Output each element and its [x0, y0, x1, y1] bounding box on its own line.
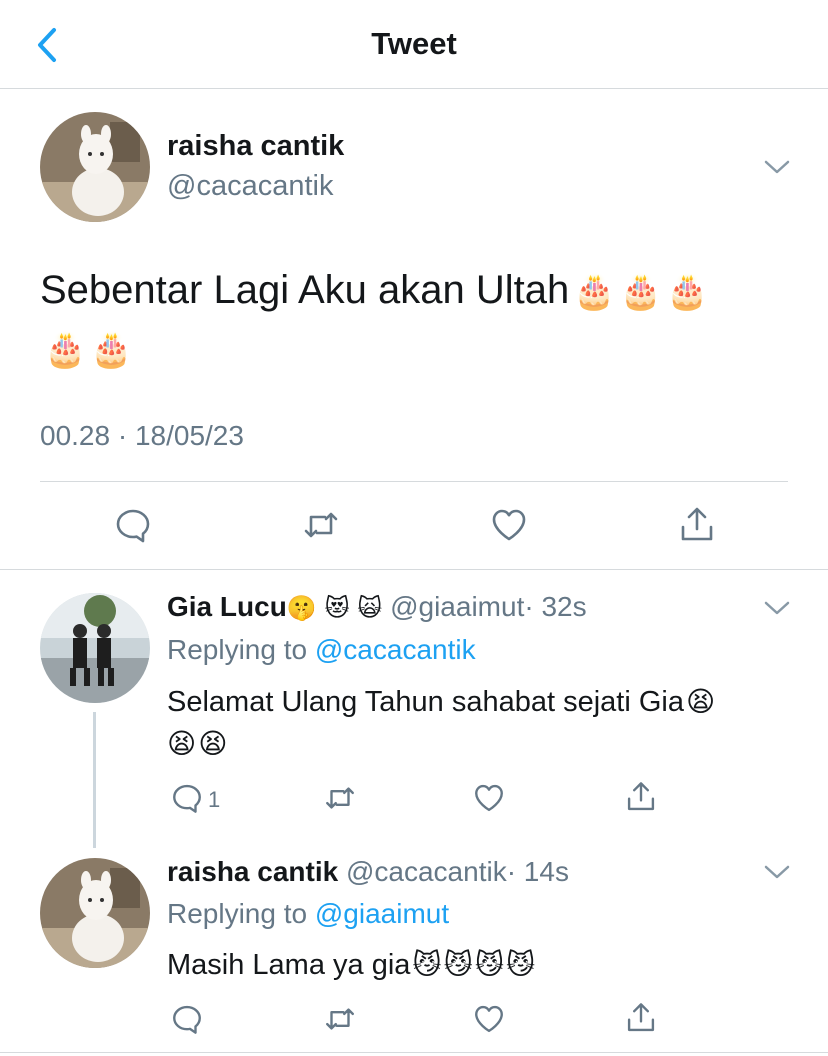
chevron-down-icon	[764, 865, 790, 879]
avatar[interactable]	[40, 858, 150, 968]
replying-to-line: Replying to @cacacantik	[167, 634, 476, 666]
tired-face-emoji: 😫	[685, 685, 716, 718]
retweet-button[interactable]	[323, 1002, 357, 1036]
shushing-emoji: 🤫	[286, 594, 317, 622]
reply-count: 1	[208, 787, 221, 812]
chevron-down-icon	[764, 601, 790, 615]
cake-emoji: 🎂	[90, 330, 133, 370]
tweet-text-body: Sebentar Lagi Aku akan Ultah	[40, 268, 570, 312]
divider	[0, 1052, 828, 1053]
share-button[interactable]	[677, 505, 717, 545]
thread-connector	[93, 712, 96, 848]
navigation-header: Tweet	[0, 0, 828, 89]
retweet-icon	[304, 512, 338, 538]
reply-button[interactable]	[113, 505, 153, 545]
like-button[interactable]	[489, 505, 529, 545]
tired-face-emoji: 😫	[167, 727, 197, 760]
replying-to-link[interactable]: @cacacantik	[315, 634, 476, 665]
chevron-down-icon	[764, 160, 790, 174]
retweet-icon	[326, 1008, 354, 1030]
reply-author-handle[interactable]: @giaaimut	[390, 591, 524, 622]
author-handle[interactable]: @cacacantik	[167, 170, 333, 203]
reply-header: Gia Lucu🤫 😻 🙀 @giaaimut· 32s	[167, 591, 587, 623]
avatar[interactable]	[40, 112, 150, 222]
like-icon	[475, 1005, 503, 1033]
cake-emoji: 🎂	[44, 330, 87, 370]
page-title: Tweet	[371, 26, 457, 61]
cake-emoji: 🎂	[665, 272, 709, 312]
share-icon	[627, 782, 655, 811]
replying-to-label: Replying to	[167, 634, 308, 665]
retweet-icon	[326, 787, 354, 809]
share-icon	[627, 1003, 655, 1032]
share-button[interactable]	[624, 1001, 658, 1035]
reply-button[interactable]	[170, 1002, 204, 1036]
tweet-timestamp: 00.28 · 18/05/23	[40, 420, 244, 451]
smirk-cat-emoji: 😼	[506, 948, 536, 981]
tweet-options-button[interactable]	[762, 598, 792, 618]
reply-text: Masih Lama ya gia😼😼😼😼	[167, 944, 797, 986]
replying-to-line: Replying to @giaaimut	[167, 898, 449, 930]
retweet-button[interactable]	[301, 505, 341, 545]
author-name[interactable]: raisha cantik	[167, 130, 344, 163]
reply-text-body: Masih Lama ya gia	[167, 949, 411, 981]
like-icon	[475, 784, 503, 812]
reply-author-name[interactable]: Gia Lucu	[167, 591, 287, 622]
like-icon	[492, 509, 526, 541]
reply-author-name[interactable]: raisha cantik	[167, 856, 338, 887]
replying-to-label: Replying to	[167, 898, 308, 929]
reply-icon	[173, 1005, 201, 1034]
tweet-text: Sebentar Lagi Aku akan Ultah 🎂 🎂 🎂 🎂 🎂	[40, 262, 800, 378]
replying-to-link[interactable]: @giaaimut	[315, 898, 449, 929]
reply-icon	[173, 784, 201, 813]
reply-button[interactable]	[170, 781, 204, 815]
smirk-cat-emoji: 😼	[474, 948, 505, 981]
reply-author-handle[interactable]: @cacacantik	[346, 856, 507, 887]
tweet-options-button[interactable]	[762, 862, 792, 882]
cake-emoji: 🎂	[573, 272, 616, 312]
share-icon	[681, 507, 713, 541]
divider	[0, 569, 828, 570]
reply-text-body: Selamat Ulang Tahun sahabat sejati Gia	[167, 686, 684, 718]
weary-cat-emoji: 🙀	[357, 594, 383, 622]
retweet-button[interactable]	[323, 781, 357, 815]
reply-text: Selamat Ulang Tahun sahabat sejati Gia😫 😫…	[167, 681, 797, 765]
reply-time: · 32s	[524, 591, 587, 622]
divider	[40, 481, 788, 482]
tweet-options-button[interactable]	[762, 157, 792, 177]
heart-eyes-cat-emoji: 😻	[324, 594, 350, 622]
like-button[interactable]	[472, 1002, 506, 1036]
reply-time: · 14s	[506, 856, 569, 887]
avatar[interactable]	[40, 593, 150, 703]
reply-icon	[116, 509, 150, 543]
smirk-cat-emoji: 😼	[443, 948, 473, 981]
reply-header: raisha cantik @cacacantik· 14s	[167, 856, 569, 888]
smirk-cat-emoji: 😼	[412, 948, 442, 981]
cake-emoji: 🎂	[619, 272, 662, 312]
share-button[interactable]	[624, 780, 658, 814]
tired-face-emoji: 😫	[198, 727, 228, 760]
like-button[interactable]	[472, 781, 506, 815]
